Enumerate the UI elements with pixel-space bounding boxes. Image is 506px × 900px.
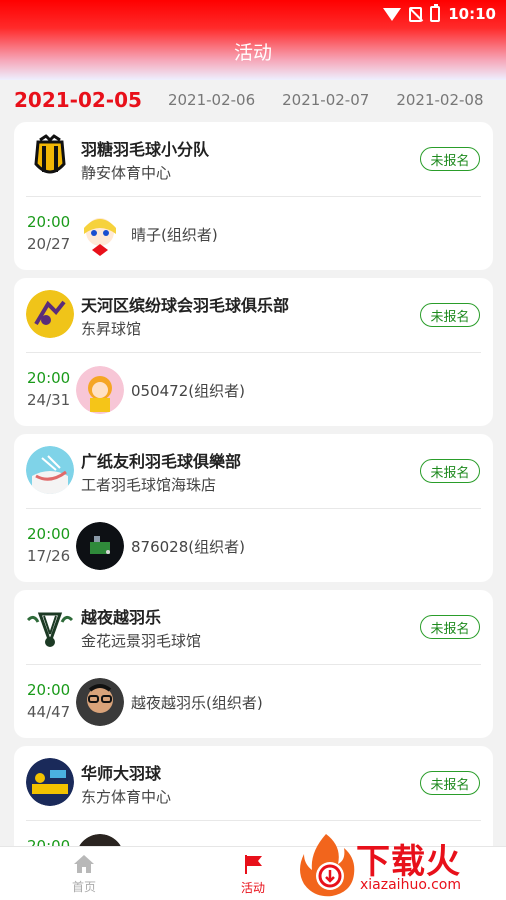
wifi-icon bbox=[383, 7, 402, 21]
participant-count: 20/27 bbox=[27, 235, 71, 253]
divider bbox=[26, 196, 481, 197]
nav-activity[interactable]: 活动 bbox=[213, 847, 293, 900]
venue-name: 金花远景羽毛球馆 bbox=[81, 632, 202, 650]
signup-status-button[interactable]: 未报名 bbox=[420, 459, 480, 483]
no-sim-icon bbox=[409, 6, 423, 22]
nav-home[interactable]: 首页 bbox=[44, 847, 124, 900]
divider bbox=[26, 820, 481, 821]
page-title: 活动 bbox=[233, 42, 272, 64]
participant-count: 24/31 bbox=[27, 391, 71, 409]
organizer-name: 晴子(组织者) bbox=[131, 226, 218, 244]
watermark-text: 下载火 bbox=[356, 842, 461, 882]
header-bar: 10:10 活动 bbox=[0, 0, 506, 80]
club-logo bbox=[26, 134, 74, 182]
start-time: 20:00 bbox=[27, 213, 71, 231]
club-logo bbox=[26, 602, 74, 650]
organizer-name: 050472(组织者) bbox=[131, 382, 245, 400]
fire-logo-icon bbox=[300, 834, 355, 897]
participant-count: 44/47 bbox=[27, 703, 71, 721]
activity-card[interactable]: 越夜越羽乐 金花远景羽毛球馆 未报名 20:00 44/47 越夜越羽乐(组织者… bbox=[14, 590, 493, 738]
club-logo bbox=[26, 290, 74, 338]
organizer-avatar bbox=[76, 210, 124, 258]
venue-name: 工者羽毛球馆海珠店 bbox=[81, 476, 217, 494]
start-time: 20:00 bbox=[27, 681, 71, 699]
divider bbox=[26, 664, 481, 665]
signup-status-button[interactable]: 未报名 bbox=[420, 771, 480, 795]
club-logo bbox=[26, 446, 74, 494]
club-name: 天河区缤纷球会羽毛球俱乐部 bbox=[81, 296, 290, 315]
nav-home-label: 首页 bbox=[71, 879, 96, 894]
organizer-name: 876028(组织者) bbox=[131, 538, 245, 556]
club-name: 华师大羽球 bbox=[81, 764, 162, 783]
club-name: 广纸友利羽毛球俱樂部 bbox=[81, 452, 242, 471]
organizer-avatar bbox=[76, 678, 124, 726]
activity-card[interactable]: 广纸友利羽毛球俱樂部 工者羽毛球馆海珠店 未报名 20:00 17/26 876… bbox=[14, 434, 493, 582]
start-time: 20:00 bbox=[27, 525, 71, 543]
date-tab[interactable]: 2021-02-06 bbox=[168, 91, 255, 109]
activity-card[interactable]: 天河区缤纷球会羽毛球俱乐部 东昇球馆 未报名 20:00 24/31 05047… bbox=[14, 278, 493, 426]
signup-status-button[interactable]: 未报名 bbox=[420, 615, 480, 639]
watermark-logo: 下载火 xiazaihuo.com bbox=[296, 830, 506, 900]
divider bbox=[26, 508, 481, 509]
status-bar: 10:10 bbox=[383, 0, 496, 28]
date-tabs: 2021-02-05 2021-02-06 2021-02-07 2021-02… bbox=[0, 80, 506, 120]
organizer-name: 越夜越羽乐(组织者) bbox=[131, 694, 263, 712]
start-time: 20:00 bbox=[27, 369, 71, 387]
organizer-avatar bbox=[76, 522, 124, 570]
club-name: 羽糖羽毛球小分队 bbox=[81, 140, 210, 159]
nav-activity-label: 活动 bbox=[240, 880, 265, 895]
flag-icon bbox=[245, 854, 262, 874]
club-logo bbox=[26, 758, 74, 806]
signup-status-button[interactable]: 未报名 bbox=[420, 147, 480, 171]
activity-card[interactable]: 羽糖羽毛球小分队 静安体育中心 未报名 20:00 20/27 晴子(组织者) bbox=[14, 122, 493, 270]
date-tab[interactable]: 2021-02-08 bbox=[396, 91, 483, 109]
status-time: 10:10 bbox=[448, 5, 496, 23]
divider bbox=[26, 352, 481, 353]
venue-name: 静安体育中心 bbox=[81, 164, 172, 182]
venue-name: 东方体育中心 bbox=[81, 788, 172, 806]
club-name: 越夜越羽乐 bbox=[81, 608, 162, 627]
watermark-url: xiazaihuo.com bbox=[360, 877, 461, 893]
venue-name: 东昇球馆 bbox=[81, 320, 142, 338]
date-tab[interactable]: 2021-02-07 bbox=[282, 91, 369, 109]
home-icon bbox=[74, 854, 94, 873]
battery-icon bbox=[430, 4, 441, 22]
participant-count: 17/26 bbox=[27, 547, 71, 565]
signup-status-button[interactable]: 未报名 bbox=[420, 303, 480, 327]
date-tab-selected[interactable]: 2021-02-05 bbox=[14, 88, 142, 112]
organizer-avatar bbox=[76, 366, 124, 414]
